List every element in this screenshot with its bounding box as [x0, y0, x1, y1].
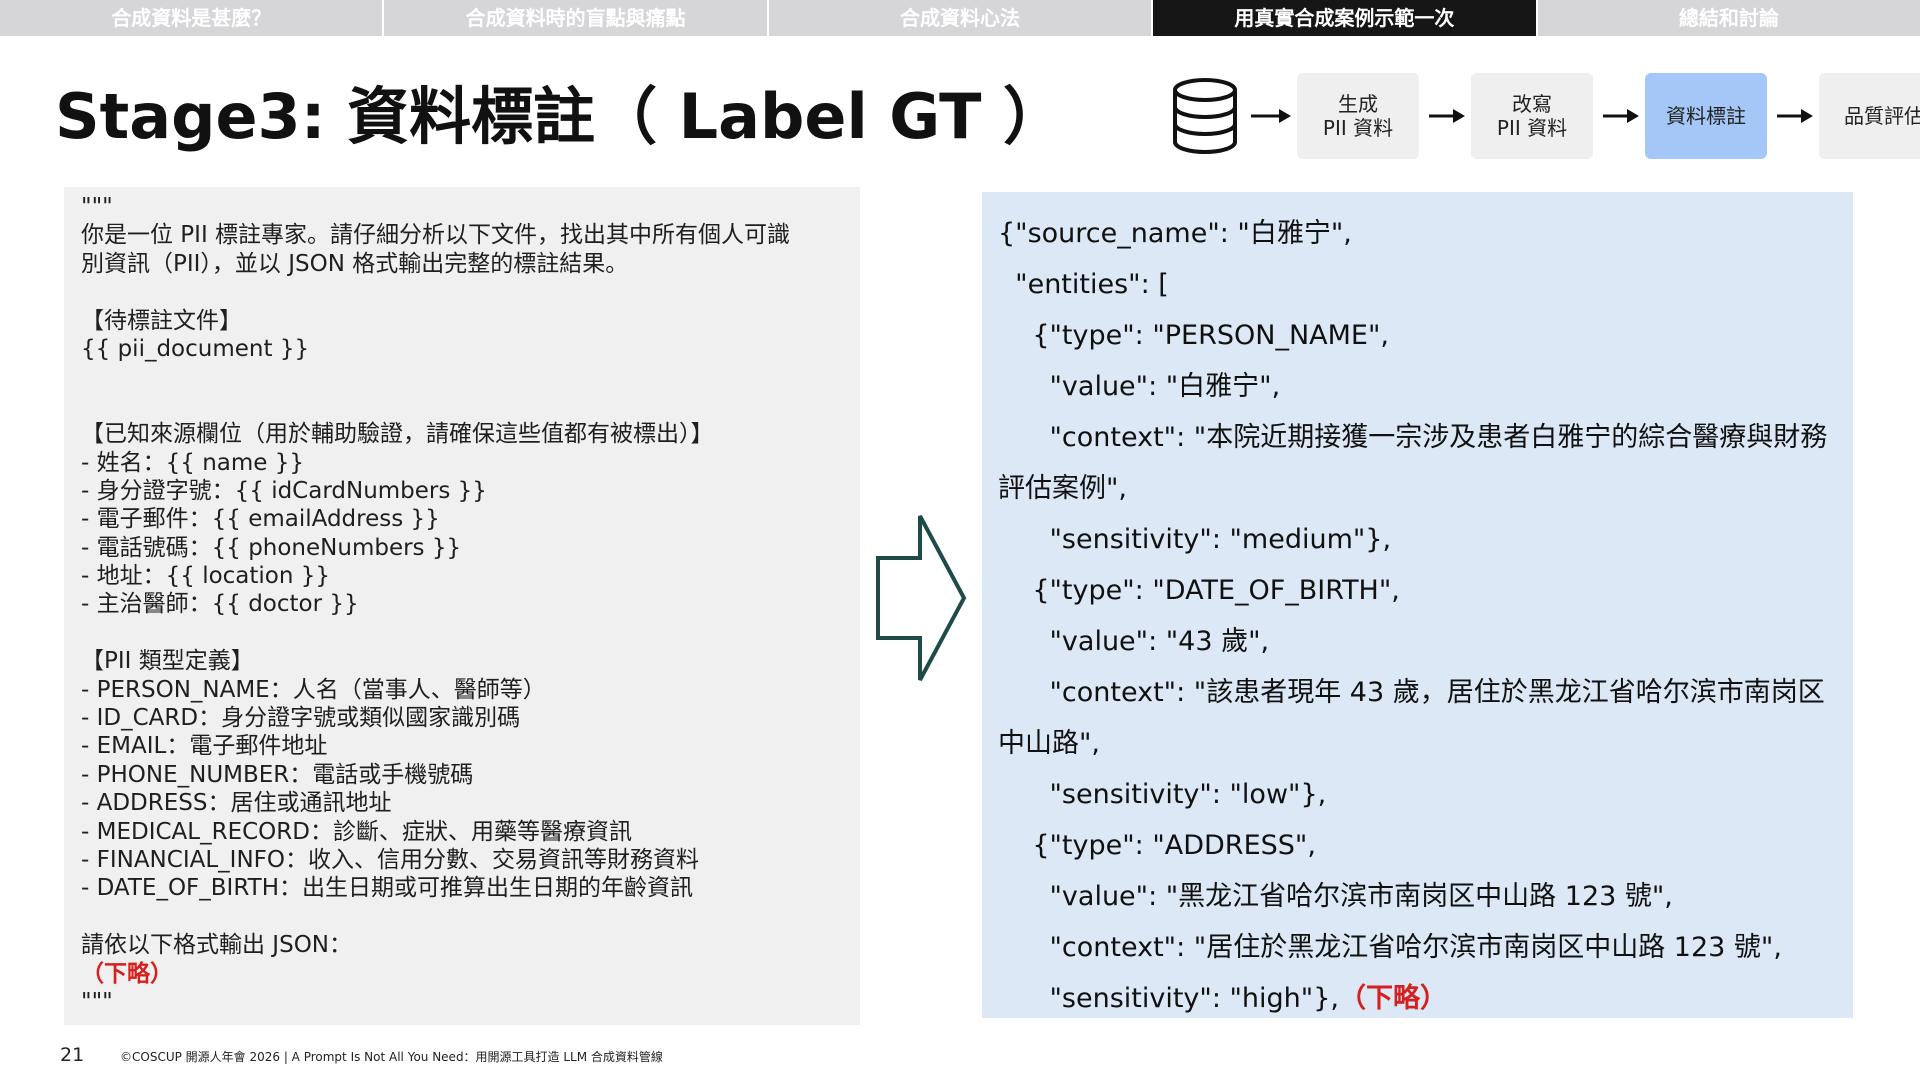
prompt-line	[81, 278, 860, 306]
stage-label-data: 資料標註	[1645, 73, 1767, 159]
page-number: 21	[60, 1044, 85, 1066]
flow-arrow-icon	[876, 515, 967, 681]
prompt-line: """	[81, 988, 113, 1015]
json-line: {"type": "ADDRESS",	[998, 830, 1316, 861]
prompt-line: - 主治醫師：{{ doctor }}	[81, 591, 359, 618]
stage-quality-eval: 品質評估	[1819, 73, 1920, 159]
prompt-line: - PERSON_NAME：人名（當事人、醫師等）	[81, 676, 546, 703]
prompt-line: 請依以下格式輸出 JSON：	[81, 932, 353, 959]
json-line: {"type": "PERSON_NAME",	[998, 320, 1389, 351]
json-line: "entities": [	[998, 269, 1169, 300]
prompt-line: - FINANCIAL_INFO：收入、信用分數、交易資訊等財務資料	[81, 846, 699, 873]
slide: 合成資料是甚麼？ 合成資料時的盲點與痛點 合成資料心法 用真實合成案例示範一次 …	[0, 0, 1920, 1080]
prompt-line: 你是一位 PII 標註專家。請仔細分析以下文件，找出其中所有個人可識	[81, 222, 791, 249]
json-line: {"source_name": "白雅宁",	[998, 218, 1352, 249]
json-omitted-note: （下略）	[1338, 983, 1447, 1014]
json-line: "value": "黑龙江省哈尔滨市南岗区中山路 123 號",	[998, 881, 1673, 912]
prompt-line: - 電子郵件：{{ emailAddress }}	[81, 506, 440, 533]
json-line: "context": "居住於黑龙江省哈尔滨市南岗区中山路 123 號",	[998, 932, 1782, 963]
prompt-line: - EMAIL：電子郵件地址	[81, 733, 328, 760]
footer-text: ©COSCUP 開源人年會 2026 | A Prompt Is Not All…	[120, 1050, 663, 1064]
prompt-line: - 電話號碼：{{ phoneNumbers }}	[81, 534, 462, 561]
prompt-line: - ID_CARD：身分證字號或類似國家識別碼	[81, 705, 521, 732]
nav-tab-what-is-synthetic[interactable]: 合成資料是甚麼？	[0, 0, 385, 36]
prompt-line	[81, 392, 860, 420]
prompt-line	[81, 903, 860, 931]
json-line: {"type": "DATE_OF_BIRTH",	[998, 575, 1400, 606]
json-line: 評估案例",	[998, 473, 1128, 504]
prompt-line: 【待標註文件】	[81, 307, 242, 334]
json-line: 中山路",	[998, 728, 1101, 759]
prompt-line	[81, 363, 860, 391]
arrow-right-icon	[1251, 109, 1291, 123]
prompt-line: 別資訊（PII），並以 JSON 格式輸出完整的標註結果。	[81, 250, 629, 277]
json-line: "value": "白雅宁",	[998, 371, 1281, 402]
prompt-line: - MEDICAL_RECORD：診斷、症狀、用藥等醫療資訊	[81, 818, 632, 845]
json-output-panel: {"source_name": "白雅宁", "entities": [ {"t…	[982, 192, 1853, 1018]
prompt-line: - DATE_OF_BIRTH：出生日期或可推算出生日期的年齡資訊	[81, 875, 693, 902]
section-nav: 合成資料是甚麼？ 合成資料時的盲點與痛點 合成資料心法 用真實合成案例示範一次 …	[0, 0, 1920, 36]
arrow-right-icon	[1603, 109, 1639, 123]
prompt-line: 【PII 類型定義】	[81, 648, 254, 675]
stage-generate-pii: 生成 PII 資料	[1297, 73, 1419, 159]
prompt-line	[81, 619, 860, 647]
json-line: "sensitivity": "low"},	[998, 779, 1327, 810]
json-line-last: "sensitivity": "high"},（下略）	[998, 973, 1853, 1024]
page-title: Stage3: 資料標註（ Label GT ）	[55, 80, 1065, 153]
json-line: "context": "該患者現年 43 歲，居住於黑龙江省哈尔滨市南岗区	[998, 677, 1825, 708]
prompt-line: """	[81, 194, 113, 220]
nav-tab-mindset[interactable]: 合成資料心法	[768, 0, 1154, 36]
nav-tab-summary[interactable]: 總結和討論	[1537, 0, 1920, 36]
prompt-line: - PHONE_NUMBER：電話或手機號碼	[81, 761, 474, 788]
json-last-text: "sensitivity": "high"},	[998, 983, 1339, 1014]
pipeline-diagram: 生成 PII 資料 改寫 PII 資料 資料標註 品質評估	[1165, 72, 1920, 160]
arrow-right-icon	[1429, 109, 1465, 123]
prompt-line: - 地址：{{ location }}	[81, 563, 331, 590]
prompt-line: - 身分證字號：{{ idCardNumbers }}	[81, 477, 487, 504]
database-icon	[1173, 78, 1237, 154]
json-line: "value": "43 歲",	[998, 626, 1270, 657]
arrow-right-icon	[1777, 109, 1813, 123]
prompt-omitted-note: （下略）	[81, 960, 173, 987]
prompt-line: {{ pii_document }}	[81, 335, 310, 362]
nav-tab-blind-spots[interactable]: 合成資料時的盲點與痛點	[384, 0, 769, 36]
json-line: "context": "本院近期接獲一宗涉及患者白雅宁的綜合醫療與財務	[998, 422, 1828, 453]
prompt-line: 【已知來源欄位（用於輔助驗證，請確保這些值都有被標出）】	[81, 421, 714, 448]
prompt-line: - ADDRESS：居住或通訊地址	[81, 790, 392, 817]
stage-rewrite-pii: 改寫 PII 資料	[1471, 73, 1593, 159]
prompt-template-panel: """ 你是一位 PII 標註專家。請仔細分析以下文件，找出其中所有個人可識 別…	[64, 187, 860, 1025]
prompt-line: - 姓名：{{ name }}	[81, 449, 304, 476]
json-line: "sensitivity": "medium"},	[998, 524, 1392, 555]
nav-tab-case-demo[interactable]: 用真實合成案例示範一次	[1153, 0, 1538, 36]
